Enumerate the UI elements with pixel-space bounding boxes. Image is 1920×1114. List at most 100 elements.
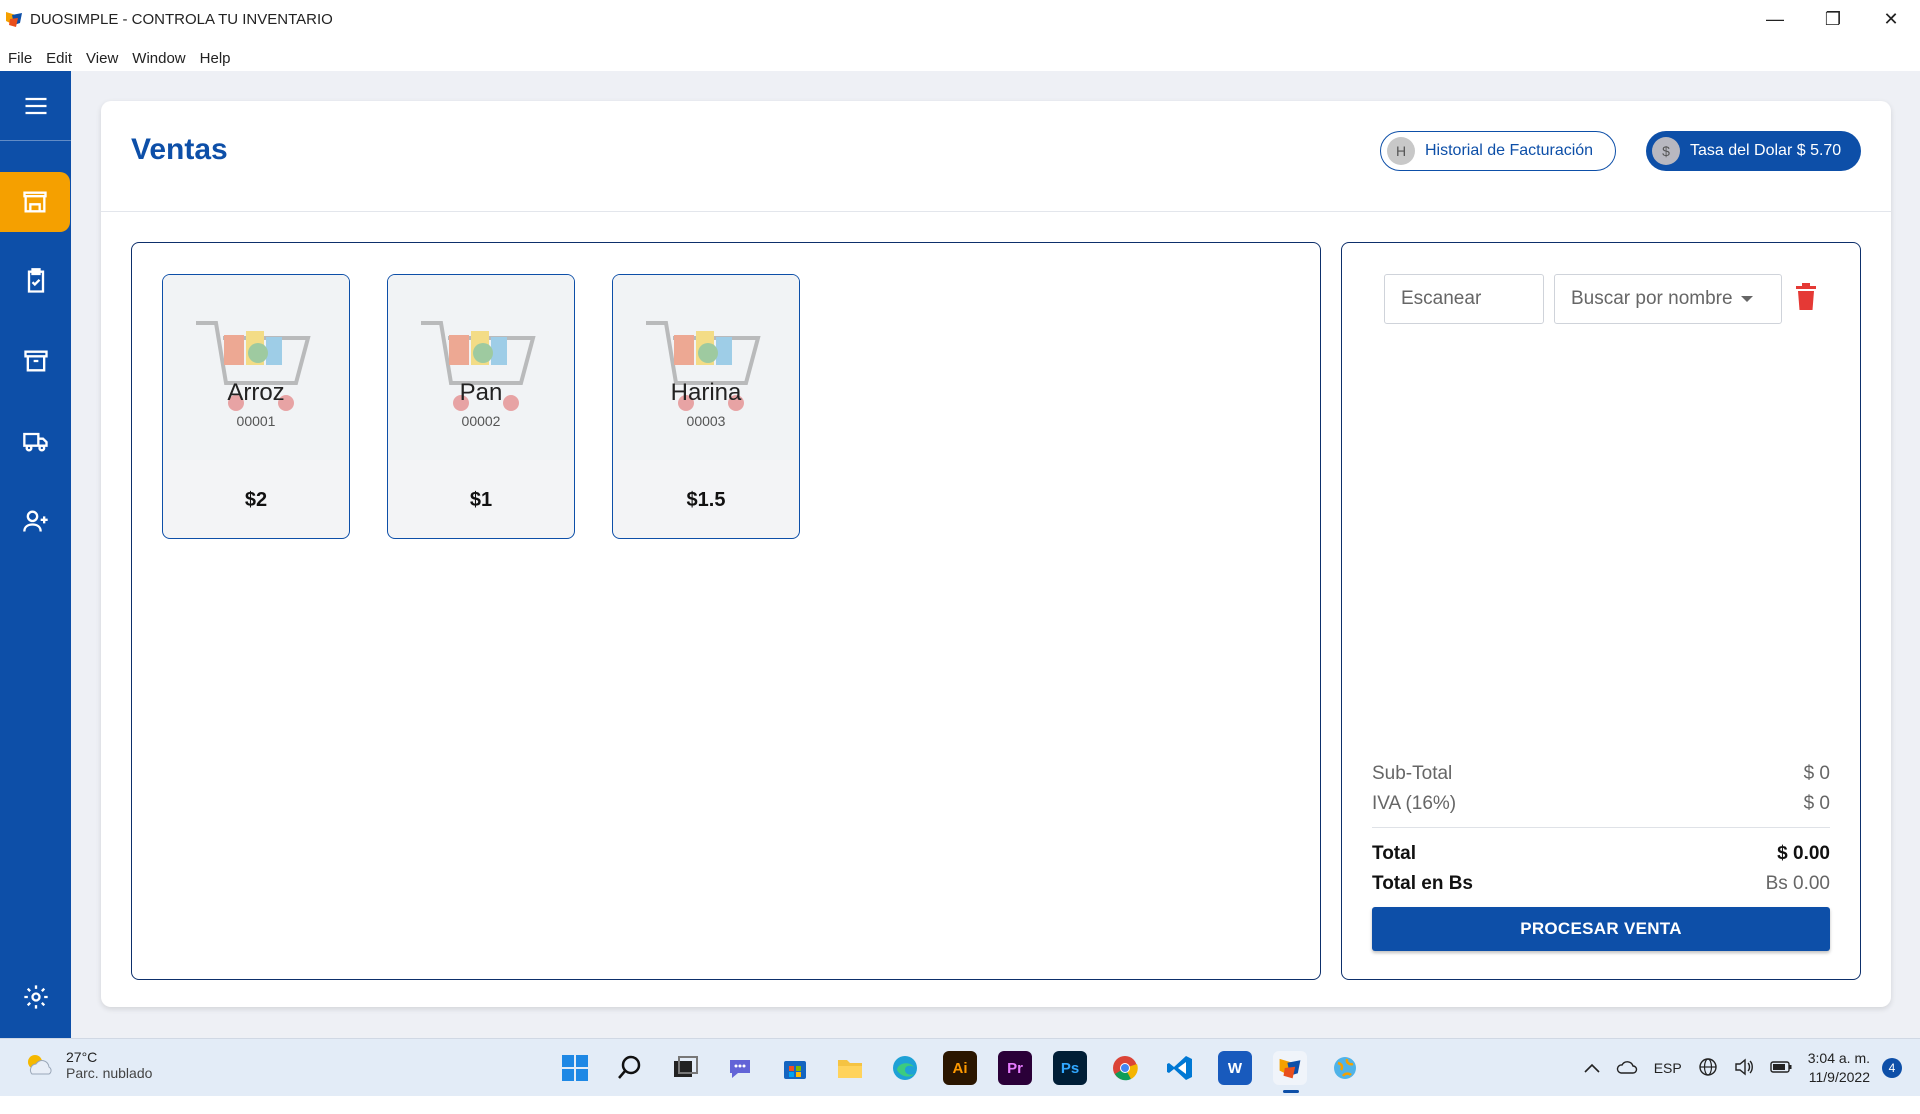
minimize-button[interactable]: —	[1746, 0, 1804, 38]
gear-icon	[23, 985, 48, 1009]
menu-file[interactable]: File	[8, 50, 32, 67]
page-title: Ventas	[131, 133, 228, 166]
task-view-icon[interactable]	[668, 1051, 702, 1085]
product-price: $1	[469, 489, 493, 511]
title-bar: DUOSIMPLE - CONTROLA TU INVENTARIO — ❐ ✕	[0, 0, 1920, 38]
screen-bottom-strip	[0, 1096, 1920, 1114]
sidebar-item-suppliers[interactable]	[0, 411, 71, 471]
search-icon[interactable]	[613, 1051, 647, 1085]
dollar-rate-label: Tasa del Dolar $ 5.70	[1690, 142, 1842, 159]
product-price: $1.5	[686, 489, 726, 511]
language-indicator[interactable]: ESP	[1654, 1060, 1682, 1076]
notification-badge[interactable]: 4	[1882, 1058, 1902, 1078]
file-explorer-icon[interactable]	[833, 1051, 867, 1085]
store-app-icon[interactable]	[778, 1051, 812, 1085]
total-bs-value: Bs 0.00	[1765, 873, 1830, 894]
clock-date: 11/9/2022	[1808, 1069, 1870, 1085]
globe-app-icon[interactable]	[1328, 1051, 1362, 1085]
product-code: 00002	[461, 413, 501, 429]
partly-cloudy-icon	[28, 1055, 52, 1075]
subtotal-row: Sub-Total $ 0	[1372, 763, 1830, 785]
store-icon	[23, 191, 47, 213]
history-badge: H	[1387, 137, 1415, 165]
restore-button[interactable]: ❐	[1804, 0, 1862, 38]
dollar-badge: $	[1652, 137, 1680, 165]
add-user-icon	[22, 510, 48, 532]
windows-start-icon[interactable]	[558, 1051, 592, 1085]
sidebar-item-orders[interactable]	[0, 251, 71, 311]
sidebar-menu-button[interactable]	[0, 71, 71, 141]
sidebar-item-sales[interactable]	[0, 172, 70, 232]
clock-time: 3:04 a. m.	[1807, 1050, 1870, 1066]
weather-temperature: 27°C	[66, 1049, 98, 1065]
clipboard-check-icon	[27, 268, 44, 293]
card-header: Ventas H Historial de Facturación $ Tasa…	[101, 101, 1891, 212]
subtotal-label: Sub-Total	[1372, 763, 1453, 784]
weather-widget[interactable]: 27°C Parc. nublado	[24, 1049, 152, 1081]
duosimple-icon[interactable]	[1273, 1051, 1307, 1093]
weather-condition: Parc. nublado	[66, 1065, 153, 1081]
illustrator-icon[interactable]: Ai	[943, 1051, 977, 1085]
vscode-icon[interactable]	[1163, 1051, 1197, 1085]
system-tray: ESP 3:04 a. m. 11/9/2022 4	[1584, 1039, 1920, 1097]
menu-edit[interactable]: Edit	[46, 50, 72, 67]
network-globe-icon[interactable]	[1698, 1057, 1718, 1080]
product-card[interactable]: Arroz 00001 $2	[162, 274, 350, 539]
battery-icon[interactable]	[1770, 1060, 1792, 1076]
volume-icon[interactable]	[1734, 1058, 1754, 1079]
product-card[interactable]: Harina 00003 $1.5	[612, 274, 800, 539]
product-price: $2	[244, 489, 268, 511]
menu-help[interactable]: Help	[200, 50, 231, 67]
photoshop-icon[interactable]: Ps	[1053, 1051, 1087, 1085]
process-sale-button[interactable]: PROCESAR VENTA	[1372, 907, 1830, 951]
cart-panel: Buscar por nombre Sub-Total $ 0 IVA (16%…	[1341, 242, 1861, 980]
trash-icon[interactable]	[1794, 283, 1822, 315]
total-label: Total	[1372, 843, 1416, 864]
dollar-rate-button[interactable]: $ Tasa del Dolar $ 5.70	[1646, 131, 1861, 171]
iva-label: IVA (16%)	[1372, 793, 1457, 814]
product-card[interactable]: Pan 00002 $1	[387, 274, 575, 539]
product-name: Harina	[670, 379, 742, 406]
shopping-cart-image	[613, 275, 799, 460]
sidebar-item-clients[interactable]	[0, 491, 71, 551]
menu-view[interactable]: View	[86, 50, 118, 67]
chrome-icon[interactable]	[1108, 1051, 1142, 1085]
word-icon[interactable]: W	[1218, 1051, 1252, 1085]
app-area: Ventas H Historial de Facturación $ Tasa…	[0, 71, 1920, 1038]
menu-window[interactable]: Window	[132, 50, 185, 67]
menu-icon	[25, 97, 46, 114]
edge-icon[interactable]	[888, 1051, 922, 1085]
scan-input[interactable]	[1384, 274, 1544, 324]
search-by-name-label: Buscar por nombre	[1571, 288, 1733, 309]
duosimple-logo-icon	[4, 9, 24, 29]
billing-history-label: Historial de Facturación	[1425, 142, 1594, 159]
shopping-cart-image	[388, 275, 574, 460]
product-code: 00003	[686, 413, 726, 429]
menu-bar: File Edit View Window Help	[0, 46, 245, 70]
window-title: DUOSIMPLE - CONTROLA TU INVENTARIO	[30, 10, 333, 28]
taskbar: 27°C Parc. nublado Ai Pr Ps W ESP 3:04 a…	[0, 1038, 1920, 1096]
total-bs-row: Total en Bs Bs 0.00	[1372, 873, 1830, 895]
cloud-icon[interactable]	[1616, 1060, 1638, 1077]
premiere-icon[interactable]: Pr	[998, 1051, 1032, 1085]
total-row: Total $ 0.00	[1372, 843, 1830, 865]
close-button[interactable]: ✕	[1862, 0, 1920, 38]
clock[interactable]: 3:04 a. m. 11/9/2022	[1808, 1049, 1870, 1087]
sidebar-item-settings[interactable]	[0, 967, 71, 1027]
billing-history-button[interactable]: H Historial de Facturación	[1380, 131, 1616, 171]
taskbar-apps: Ai Pr Ps W	[558, 1051, 1383, 1093]
main-card: Ventas H Historial de Facturación $ Tasa…	[101, 101, 1891, 1007]
total-bs-label: Total en Bs	[1372, 873, 1473, 894]
archive-icon	[23, 350, 48, 372]
chat-icon[interactable]	[723, 1051, 757, 1085]
totals-divider	[1372, 827, 1830, 828]
chevron-up-icon[interactable]	[1584, 1060, 1600, 1076]
sidebar	[0, 71, 71, 1038]
search-by-name-select[interactable]: Buscar por nombre	[1554, 274, 1782, 324]
iva-row: IVA (16%) $ 0	[1372, 793, 1830, 815]
caret-down-icon	[1740, 296, 1753, 302]
product-name: Arroz	[227, 379, 285, 406]
product-code: 00001	[236, 413, 276, 429]
truck-icon	[22, 432, 48, 452]
sidebar-item-inventory[interactable]	[0, 331, 71, 391]
